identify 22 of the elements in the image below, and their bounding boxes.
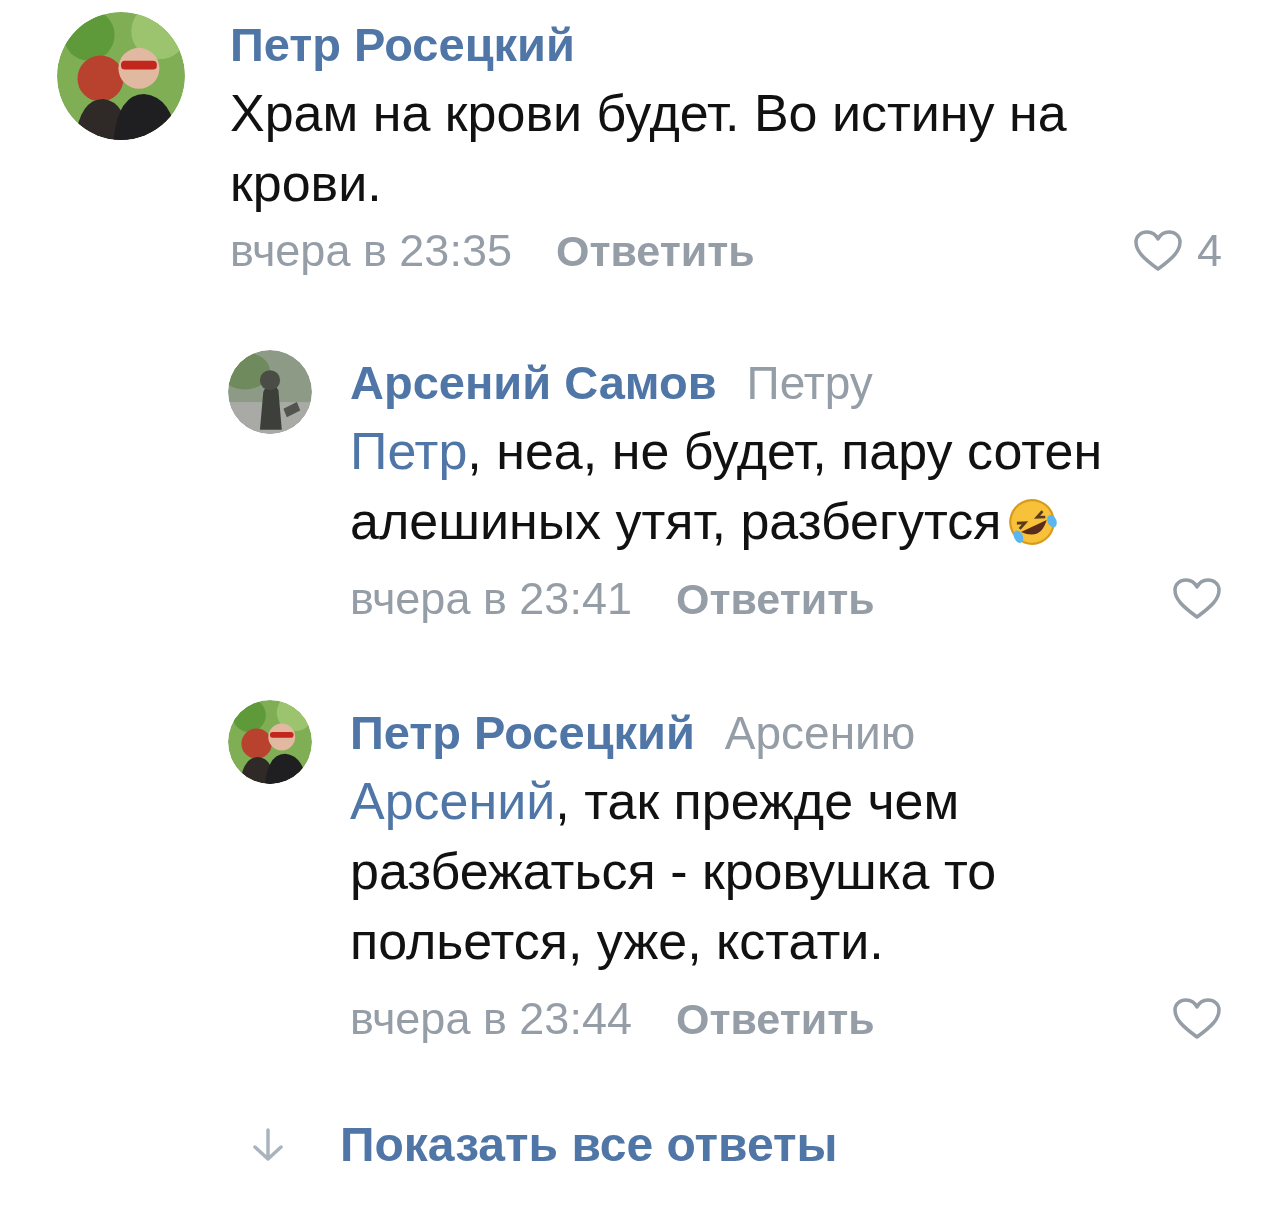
author-name[interactable]: Петр Росецкий	[350, 700, 695, 766]
down-arrow-icon	[250, 1126, 286, 1163]
comment-text: Храм на крови будет. Во истину на крови.	[230, 83, 1068, 214]
reply-button[interactable]: Ответить	[675, 574, 875, 624]
heart-icon[interactable]	[1132, 229, 1183, 273]
comment-time: вчера в 23:44	[350, 993, 632, 1045]
reply-button[interactable]: Ответить	[555, 226, 755, 276]
mention-link[interactable]: Петр	[350, 422, 468, 480]
author-name[interactable]: Арсений Самов	[350, 350, 717, 416]
mention-link[interactable]: Арсений	[350, 772, 556, 830]
comment-time: вчера в 23:35	[230, 225, 512, 277]
comment-time: вчера в 23:41	[350, 573, 632, 625]
comment-text: Арсений, так прежде чем разбежаться - кровушка то польется, уже, кстати.	[350, 771, 998, 972]
comment-text: Петр, неа, не будет, пару сотен алешиных утят, разбегутся	[350, 421, 1104, 552]
reply-to-label: Петру	[746, 356, 873, 410]
reply-button[interactable]: Ответить	[675, 994, 875, 1044]
author-name[interactable]: Петр Росецкий	[230, 12, 575, 78]
reply-to-label: Арсению	[724, 706, 916, 760]
heart-icon[interactable]	[1172, 577, 1222, 621]
show-all-replies-link[interactable]: Показать все ответы	[340, 1117, 838, 1172]
heart-icon[interactable]	[1172, 997, 1222, 1041]
like-count: 4	[1196, 225, 1222, 277]
